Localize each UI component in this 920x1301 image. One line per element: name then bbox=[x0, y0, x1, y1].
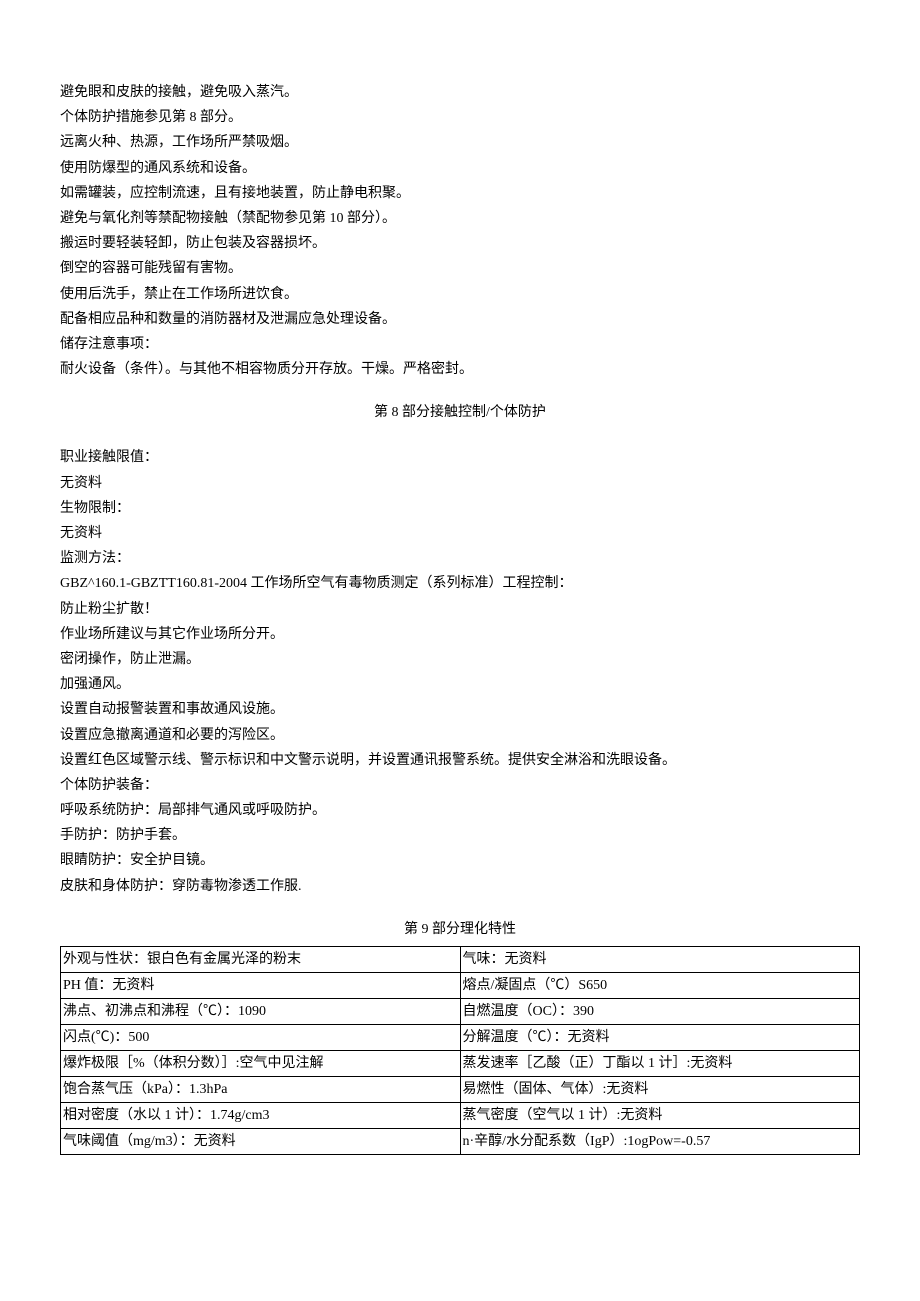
section-8-heading: 第 8 部分接触控制/个体防护 bbox=[60, 400, 860, 425]
body-line: 倒空的容器可能残留有害物。 bbox=[60, 256, 860, 281]
table-cell: 熔点/凝固点（℃）S650 bbox=[460, 973, 860, 999]
body-line: 加强通风。 bbox=[60, 672, 860, 697]
table-cell: 沸点、初沸点和沸程（℃）：1090 bbox=[61, 999, 461, 1025]
table-row: 外观与性状：银白色有金属光泽的粉末 气味：无资料 bbox=[61, 947, 860, 973]
table-cell: 爆炸极限［%（体积分数）］:空气中见注解 bbox=[61, 1051, 461, 1077]
table-cell: 蒸气密度（空气以 1 计）:无资料 bbox=[460, 1103, 860, 1129]
table-cell: n·辛醇/水分配系数（IgP）:1ogPow=-0.57 bbox=[460, 1129, 860, 1155]
body-line: 使用防爆型的通风系统和设备。 bbox=[60, 156, 860, 181]
body-line: 密闭操作，防止泄漏。 bbox=[60, 647, 860, 672]
body-line: 生物限制： bbox=[60, 496, 860, 521]
section-9-heading: 第 9 部分理化特性 bbox=[60, 917, 860, 942]
table-cell: 自燃温度（OC）：390 bbox=[460, 999, 860, 1025]
body-line: 设置自动报警装置和事故通风设施。 bbox=[60, 697, 860, 722]
body-line: 避免眼和皮肤的接触，避免吸入蒸汽。 bbox=[60, 80, 860, 105]
table-cell: 分解温度（℃）：无资料 bbox=[460, 1025, 860, 1051]
table-row: 爆炸极限［%（体积分数）］:空气中见注解 蒸发速率［乙酸（正）丁酯以 1 计］:… bbox=[61, 1051, 860, 1077]
body-line: 个体防护措施参见第 8 部分。 bbox=[60, 105, 860, 130]
body-line: 皮肤和身体防护：穿防毒物渗透工作服. bbox=[60, 874, 860, 899]
body-line: 眼睛防护：安全护目镜。 bbox=[60, 848, 860, 873]
table-cell: 蒸发速率［乙酸（正）丁酯以 1 计］:无资料 bbox=[460, 1051, 860, 1077]
table-cell: 闪点(℃)：500 bbox=[61, 1025, 461, 1051]
body-line: 个体防护装备： bbox=[60, 773, 860, 798]
properties-table: 外观与性状：银白色有金属光泽的粉末 气味：无资料 PH 值：无资料 熔点/凝固点… bbox=[60, 946, 860, 1155]
table-cell: 外观与性状：银白色有金属光泽的粉末 bbox=[61, 947, 461, 973]
table-row: 饱合蒸气压（kPa）：1.3hPa 易燃性（固体、气体）:无资料 bbox=[61, 1077, 860, 1103]
table-row: 闪点(℃)：500 分解温度（℃）：无资料 bbox=[61, 1025, 860, 1051]
body-line: 无资料 bbox=[60, 521, 860, 546]
section-8-body: 职业接触限值： 无资料 生物限制： 无资料 监测方法： GBZ^160.1-GB… bbox=[60, 445, 860, 898]
body-line: 避免与氧化剂等禁配物接触（禁配物参见第 10 部分）。 bbox=[60, 206, 860, 231]
table-cell: PH 值：无资料 bbox=[61, 973, 461, 999]
table-cell: 气味：无资料 bbox=[460, 947, 860, 973]
body-line: 配备相应品种和数量的消防器材及泄漏应急处理设备。 bbox=[60, 307, 860, 332]
body-line: 设置红色区域警示线、警示标识和中文警示说明，并设置通讯报警系统。提供安全淋浴和洗… bbox=[60, 748, 860, 773]
body-line: GBZ^160.1-GBZTT160.81-2004 工作场所空气有毒物质测定（… bbox=[60, 571, 860, 596]
body-line: 监测方法： bbox=[60, 546, 860, 571]
body-line: 使用后洗手，禁止在工作场所进饮食。 bbox=[60, 282, 860, 307]
body-line: 职业接触限值： bbox=[60, 445, 860, 470]
body-line: 储存注意事项： bbox=[60, 332, 860, 357]
table-row: 相对密度（水以 1 计）：1.74g/cm3 蒸气密度（空气以 1 计）:无资料 bbox=[61, 1103, 860, 1129]
body-line: 手防护：防护手套。 bbox=[60, 823, 860, 848]
body-line: 如需罐装，应控制流速，且有接地装置，防止静电积聚。 bbox=[60, 181, 860, 206]
body-line: 耐火设备（条件）。与其他不相容物质分开存放。干燥。严格密封。 bbox=[60, 357, 860, 382]
table-row: 沸点、初沸点和沸程（℃）：1090 自燃温度（OC）：390 bbox=[61, 999, 860, 1025]
table-cell: 气味阈值（mg/m3）：无资料 bbox=[61, 1129, 461, 1155]
body-line: 远离火种、热源，工作场所严禁吸烟。 bbox=[60, 130, 860, 155]
body-line: 呼吸系统防护：局部排气通风或呼吸防护。 bbox=[60, 798, 860, 823]
body-line: 防止粉尘扩散！ bbox=[60, 597, 860, 622]
body-line: 搬运时要轻装轻卸，防止包装及容器损坏。 bbox=[60, 231, 860, 256]
body-line: 作业场所建议与其它作业场所分开。 bbox=[60, 622, 860, 647]
body-line: 设置应急撤离通道和必要的泻险区。 bbox=[60, 723, 860, 748]
table-row: 气味阈值（mg/m3）：无资料 n·辛醇/水分配系数（IgP）:1ogPow=-… bbox=[61, 1129, 860, 1155]
section-7-body: 避免眼和皮肤的接触，避免吸入蒸汽。 个体防护措施参见第 8 部分。 远离火种、热… bbox=[60, 80, 860, 382]
table-cell: 相对密度（水以 1 计）：1.74g/cm3 bbox=[61, 1103, 461, 1129]
table-row: PH 值：无资料 熔点/凝固点（℃）S650 bbox=[61, 973, 860, 999]
table-cell: 易燃性（固体、气体）:无资料 bbox=[460, 1077, 860, 1103]
table-cell: 饱合蒸气压（kPa）：1.3hPa bbox=[61, 1077, 461, 1103]
body-line: 无资料 bbox=[60, 471, 860, 496]
